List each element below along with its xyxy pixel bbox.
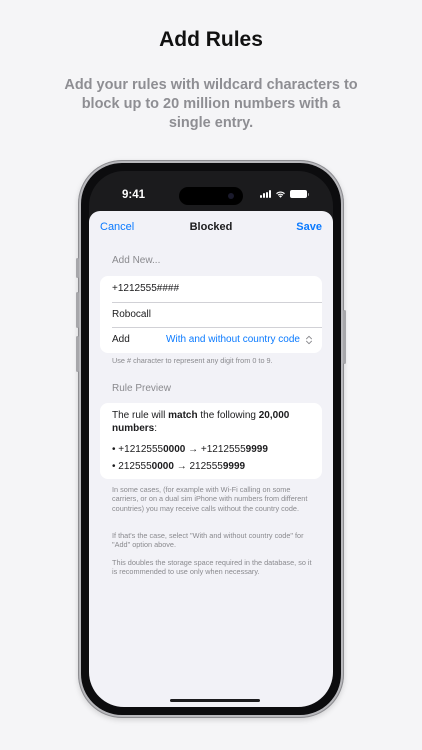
- navigation-bar: Cancel Blocked Save: [89, 221, 333, 241]
- wildcard-hint: Use # character to represent any digit f…: [112, 356, 273, 365]
- phone-bezel: 9:41 Cancel Blocked Save Add New... +121…: [81, 163, 341, 715]
- number-pattern-field[interactable]: +1212555####: [100, 276, 322, 302]
- rule-preview-header: Rule Preview: [112, 383, 171, 394]
- front-camera: [228, 193, 234, 199]
- home-indicator[interactable]: [170, 698, 260, 702]
- cellular-signal-icon: [260, 190, 271, 198]
- summary-middle: the following: [197, 410, 259, 421]
- summary-suffix: :: [154, 423, 158, 434]
- phone-volume-up: [76, 292, 79, 328]
- range-to-prefix: 212555: [189, 461, 223, 472]
- note-storage: This doubles the storage space required …: [112, 558, 312, 577]
- rule-label-value: Robocall: [112, 308, 151, 320]
- range-from-prefix: 212555: [118, 461, 152, 472]
- chevron-up-down-icon: [306, 335, 312, 345]
- range-to-digits: 9999: [245, 444, 268, 455]
- battery-icon: [290, 190, 309, 198]
- bullet: •: [112, 461, 116, 472]
- phone-action-button: [76, 258, 79, 278]
- range-from-digits: 0000: [163, 444, 186, 455]
- range-from-prefix: +1212555: [118, 444, 164, 455]
- arrow-right-icon: →: [176, 461, 187, 472]
- note-select-option: If that's the case, select "With and wit…: [112, 531, 304, 550]
- range-to-prefix: +1212555: [200, 444, 246, 455]
- add-option-value[interactable]: With and without country code: [166, 334, 300, 345]
- phone-power-button: [343, 310, 346, 364]
- status-icons: [260, 190, 309, 198]
- note-country-code: In some cases, (for example with Wi-Fi c…: [112, 485, 308, 513]
- rule-label-field[interactable]: Robocall: [100, 301, 322, 328]
- range-item: • 2125550000 → 2125559999: [112, 461, 245, 472]
- phone-frame: 9:41 Cancel Blocked Save Add New... +121…: [76, 160, 346, 718]
- save-button[interactable]: Save: [296, 221, 322, 233]
- dynamic-island: [179, 187, 243, 205]
- range-from-digits: 0000: [151, 461, 174, 472]
- status-time: 9:41: [122, 189, 146, 201]
- blocked-sheet: Cancel Blocked Save Add New... +1212555#…: [89, 211, 333, 707]
- promo-title: Add Rules: [159, 28, 263, 51]
- phone-screen: 9:41 Cancel Blocked Save Add New... +121…: [89, 171, 333, 707]
- range-to-digits: 9999: [222, 461, 246, 472]
- phone-volume-down: [76, 336, 79, 372]
- summary-prefix: The rule will: [112, 410, 169, 421]
- summary-match: match: [168, 410, 198, 421]
- bullet: •: [112, 444, 116, 455]
- add-option-label: Add: [112, 334, 130, 346]
- add-new-group: +1212555#### Robocall Add With and witho…: [100, 276, 322, 353]
- arrow-right-icon: →: [188, 444, 199, 455]
- add-new-header: Add New...: [112, 255, 161, 266]
- wifi-icon: [276, 191, 285, 198]
- rule-preview-card: The rule will match the following 20,000…: [100, 403, 322, 479]
- add-option-row[interactable]: Add With and without country code: [100, 327, 322, 353]
- range-item: • +12125550000 → +12125559999: [112, 444, 268, 455]
- number-pattern-value: +1212555####: [112, 283, 180, 295]
- promo-subtitle: Add your rules with wildcard characters …: [64, 77, 358, 131]
- rule-summary: The rule will match the following 20,000…: [112, 409, 310, 435]
